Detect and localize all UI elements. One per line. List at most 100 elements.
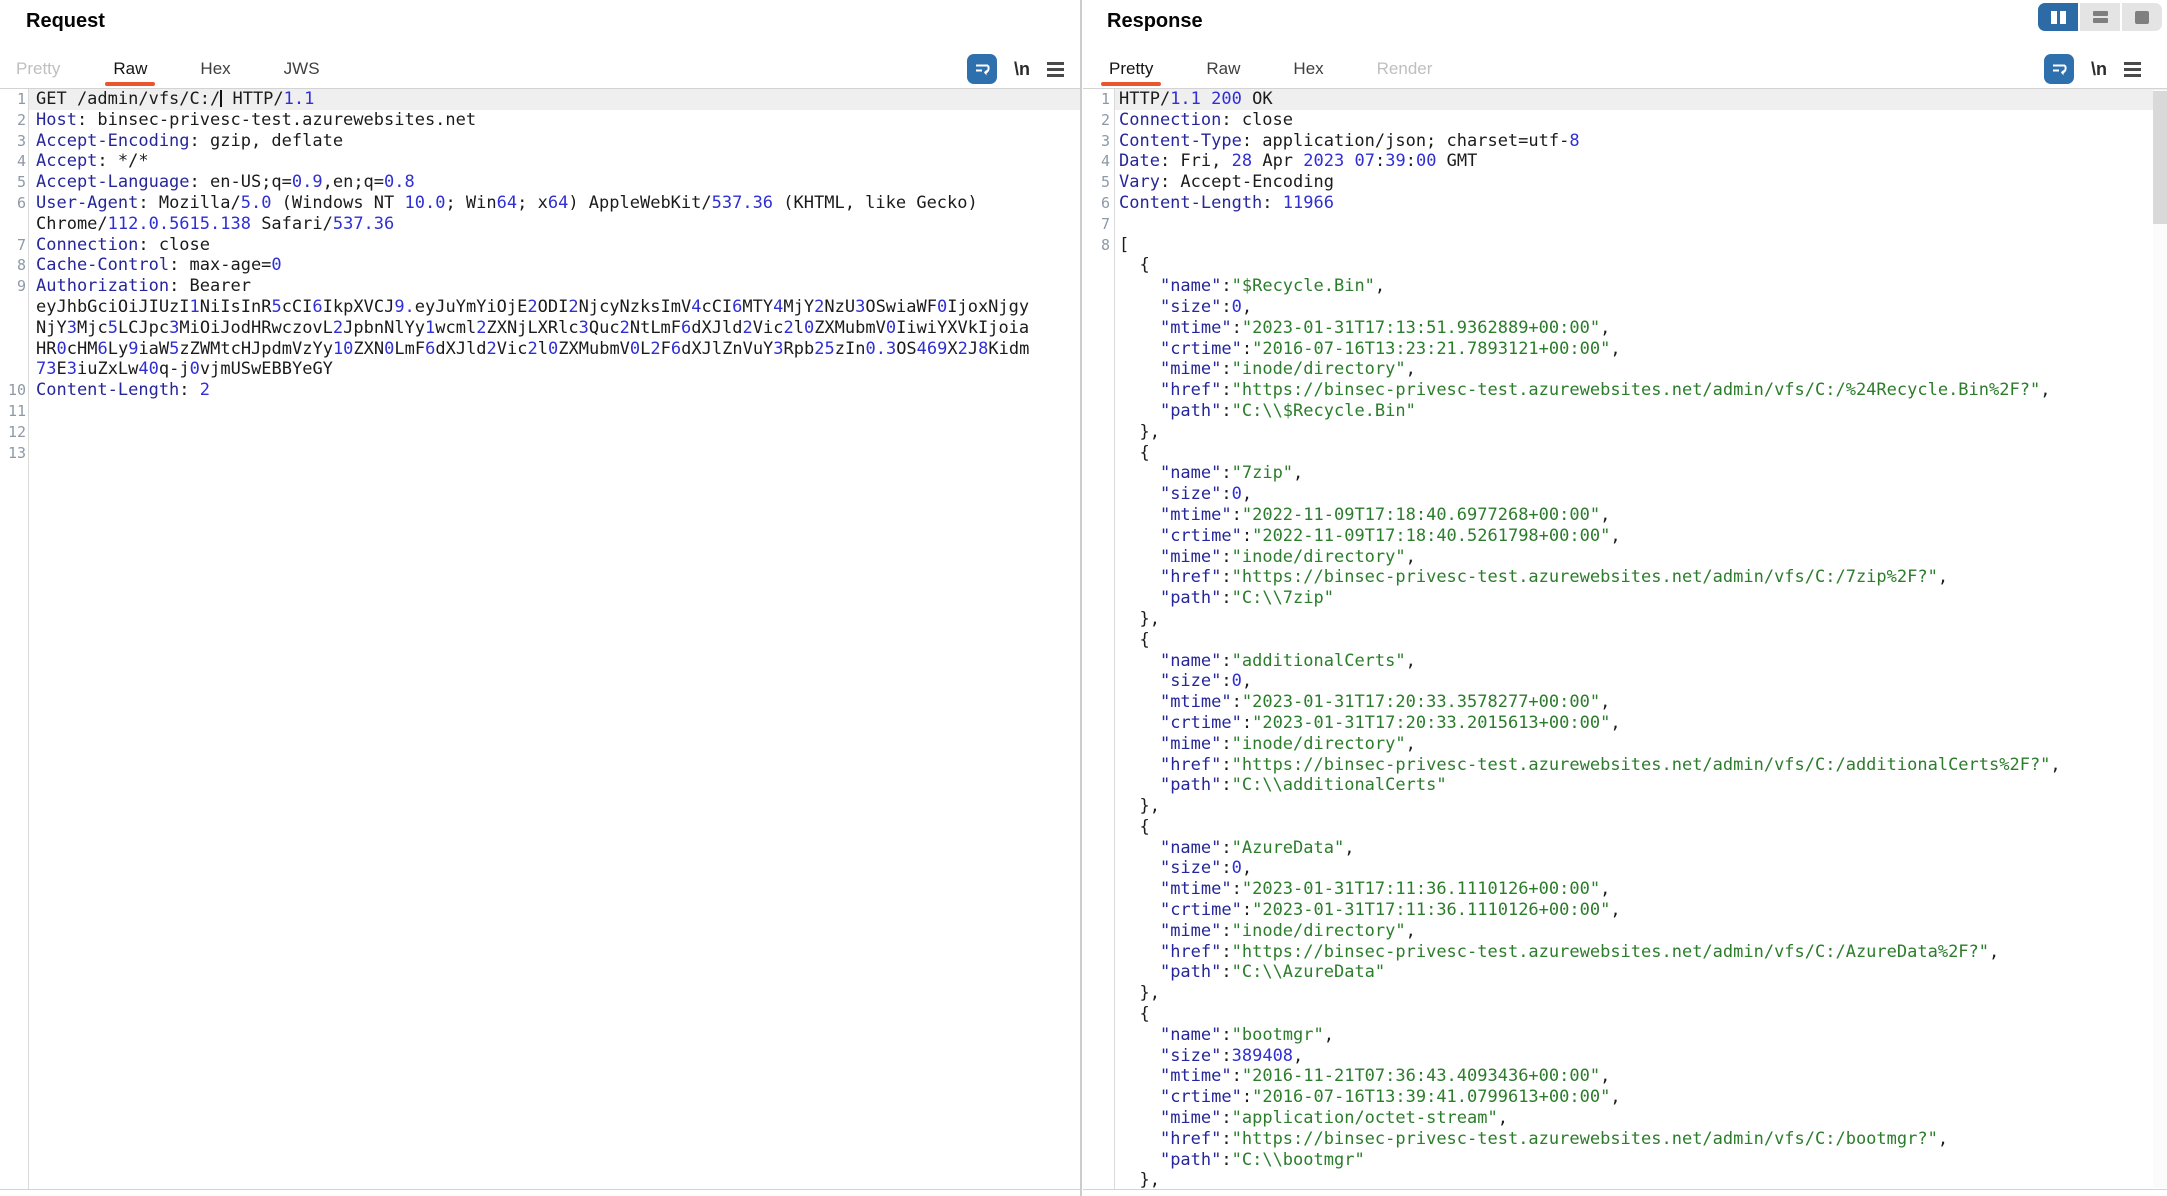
tab-render[interactable]: Render [1369,53,1441,84]
text-token: JpbnNlYy [343,317,426,338]
text-token: OSwiaWF [865,296,937,317]
tab-hex[interactable]: Hex [1285,53,1331,84]
number-token: 6 [312,296,323,317]
code-line: Content-Length: 11966 [1110,193,1334,214]
text-token: GET /admin/vfs/C:/ [36,89,221,109]
number-token: 0 [548,338,559,359]
number-token: 73 [36,359,57,380]
scrollbar-thumb[interactable] [2153,91,2167,224]
code-line: Authorization: Bearer [26,276,251,297]
text-token: : [1221,837,1232,858]
json-key: "size" [1159,296,1222,317]
two-columns-icon [2050,10,2066,24]
line-number: 3 [1100,131,1110,150]
newline-toggle-icon[interactable]: \n [2091,59,2107,80]
code-row: "path":"C:\\7zip" [1083,588,2167,609]
layout-rows-button[interactable] [2080,3,2120,31]
json-key: Cache-Control [36,255,170,276]
word-wrap-icon[interactable] [967,54,997,84]
text-token: : [1241,338,1253,359]
tab-jws[interactable]: JWS [276,53,328,84]
line-number [1083,962,1110,983]
json-key: Host [36,109,77,130]
code-row: 7 [1083,214,2167,235]
text-token: GMT [1436,151,1478,172]
editor-menu-icon[interactable] [1047,61,1064,77]
code-line: "mtime":"2023-01-31T17:11:36.1110126+00:… [1110,879,1610,900]
tab-hex[interactable]: Hex [192,53,238,84]
response-editor[interactable]: 1 HTTP/1.1 200 OK 2 Connection: close 3 Conte… [1083,88,2167,1190]
layout-single-button[interactable] [2122,3,2162,31]
line-number [1083,484,1110,505]
code-line: HR0cHM6Ly9iaW5zZWMtcHJpdmVzYy10ZXN0LmF6d… [26,339,1029,360]
code-row: "mime":"inode/directory", [1083,547,2167,568]
number-token: 9. [394,296,415,317]
number-token: 112.0.5615.138 [107,213,251,234]
request-editor[interactable]: 1 GET /admin/vfs/C:/ HTTP/1.1 2 Host: binse… [0,88,1080,1190]
json-key: "name" [1159,650,1222,671]
word-wrap-icon[interactable] [2044,54,2074,84]
code-line: Host: binsec-privesc-test.azurewebsites.… [26,110,476,131]
text-token: : [1221,463,1232,484]
text-token: , [1374,276,1386,297]
line-number [1083,1170,1110,1189]
json-key: User-Agent [36,192,139,213]
code-line: "path":"C:\\additionalCerts" [1110,775,1447,796]
text-token: Chrome/ [36,213,108,234]
text-token: , [1937,1128,1949,1149]
number-token: 10 [332,338,354,359]
tab-raw[interactable]: Raw [1198,53,1248,84]
layout-columns-button[interactable] [2038,3,2078,31]
request-editor-tools: \n [967,54,1064,84]
tab-pretty[interactable]: Pretty [1101,53,1162,86]
code-line: "path":"C:\\7zip" [1110,588,1334,609]
editor-menu-icon[interactable] [2124,61,2141,77]
number-token: 0 [885,317,897,338]
tab-pretty[interactable]: Pretty [8,53,68,84]
json-key: Authorization [36,276,170,297]
line-number [1083,692,1110,713]
text-token: , [1600,317,1611,338]
code-row: 11 [0,401,1080,422]
number-token: 3 [169,317,180,338]
code-row: "path":"C:\\AzureData" [1083,962,2167,983]
line-number [1083,734,1110,755]
text-token: }, [1119,608,1160,629]
code-row: { [1083,817,2167,838]
json-key: "mtime" [1159,317,1232,338]
number-token: 2 [650,338,661,359]
text-token: { [1119,442,1150,463]
code-line: { [1110,255,1149,276]
json-string: "2016-07-16T13:23:21.7893121+00:00" [1252,338,1611,359]
code-row: "mime":"inode/directory", [1083,359,2167,380]
text-token: : [1374,151,1386,172]
number-token: 4 [691,296,702,317]
text-token: : gzip, deflate [189,130,344,151]
text-token: : Accept-Encoding [1159,172,1334,193]
text-token: X [947,338,958,359]
text-token: zZWMtcHJpdmVzYy [179,338,333,359]
burp-message-viewer: { "colors": { "accent_orange": "#e9552d"… [0,0,2167,1196]
tab-raw[interactable]: Raw [105,53,156,86]
json-string: "https://binsec-privesc-test.azurewebsit… [1231,567,1938,588]
code-line: "name":"additionalCerts", [1110,651,1416,672]
json-key: Content-Length [1119,192,1263,213]
text-token: : [1241,525,1253,546]
response-scrollbar[interactable] [2153,90,2167,1188]
newline-toggle-icon[interactable]: \n [1014,59,1030,80]
text-token: , [1989,941,2000,962]
number-token: 3 [66,317,77,338]
text-token: }, [1119,796,1160,817]
code-row: "size":389408, [1083,1046,2167,1067]
code-row: "href":"https://binsec-privesc-test.azur… [1083,755,2167,776]
text-token: : [1241,712,1253,733]
panel-splitter[interactable] [1080,0,1082,1196]
code-line: eyJhbGciOiJIUzI1NiIsInR5cCI6IkpXVCJ9.eyJ… [26,297,1029,318]
